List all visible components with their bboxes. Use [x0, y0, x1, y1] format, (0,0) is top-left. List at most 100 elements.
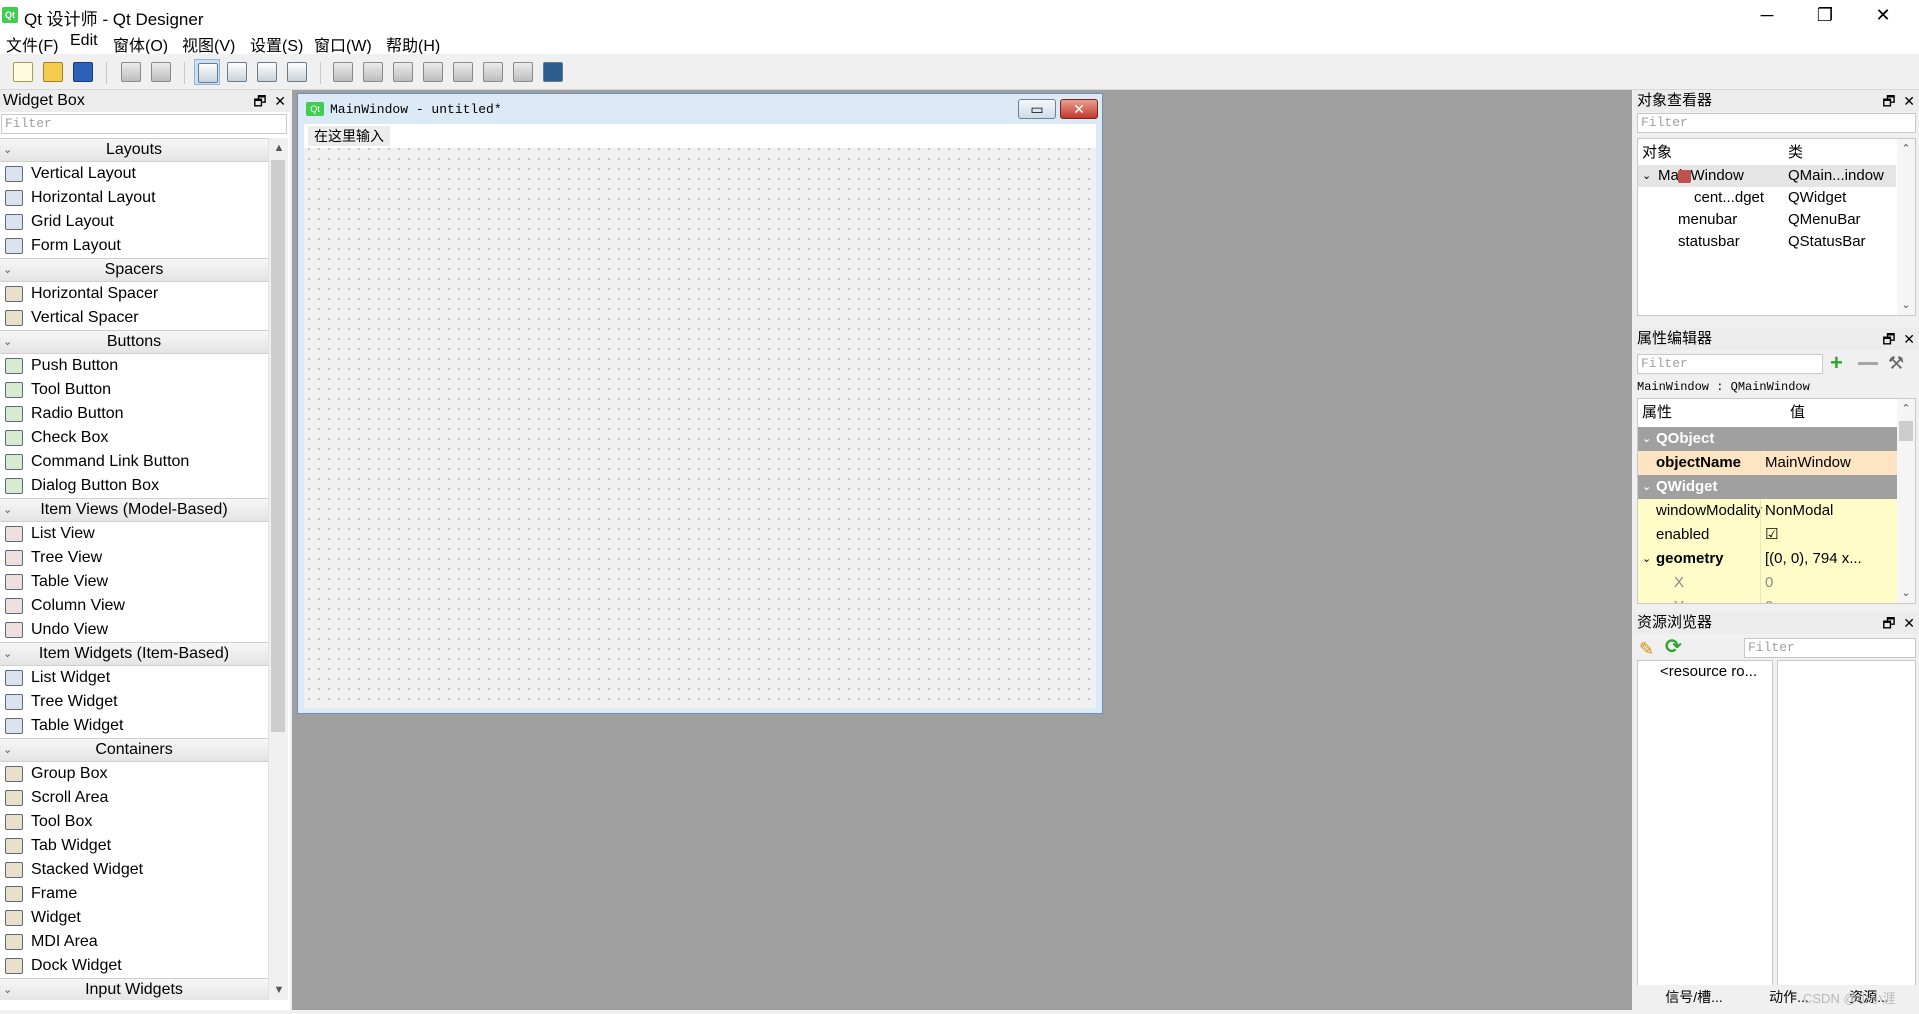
resource-root-item[interactable]: <resource ro...: [1660, 661, 1757, 683]
property-row[interactable]: windowModality NonModal: [1638, 499, 1898, 523]
widget-list-item[interactable]: Tab Widget: [0, 834, 268, 858]
bring-to-front-button[interactable]: [148, 59, 174, 85]
remove-dynamic-property-icon[interactable]: [1858, 362, 1878, 365]
expand-icon[interactable]: ⌄: [1642, 475, 1651, 499]
layout-horizontally-button[interactable]: [330, 59, 356, 85]
scroll-up-icon[interactable]: ⌃: [1897, 399, 1915, 419]
property-value[interactable]: [(0, 0), 794 x...: [1760, 547, 1898, 571]
scroll-thumb[interactable]: [1899, 421, 1913, 441]
property-group-row[interactable]: QWidget ⌄: [1638, 475, 1898, 499]
property-row[interactable]: geometry ⌄ [(0, 0), 794 x...: [1638, 547, 1898, 571]
widget-list-item[interactable]: Dialog Button Box: [0, 474, 268, 498]
scroll-down-icon[interactable]: ⌄: [1897, 295, 1915, 315]
expand-icon[interactable]: ⌄: [1642, 547, 1651, 571]
tree-row-object[interactable]: cent...dget: [1694, 187, 1764, 209]
minimize-button[interactable]: ─: [1738, 0, 1796, 30]
menu-file[interactable]: 文件(F): [6, 32, 58, 56]
expand-icon[interactable]: ⌄: [1642, 427, 1651, 451]
add-dynamic-property-icon[interactable]: +: [1830, 352, 1843, 374]
tab-signal-slot-editor[interactable]: 信号/槽...: [1654, 986, 1734, 1008]
widget-list-item[interactable]: Horizontal Spacer: [0, 282, 268, 306]
layout-form-button[interactable]: [480, 59, 506, 85]
edit-resources-icon[interactable]: ✎: [1639, 638, 1654, 660]
widget-list-item[interactable]: Grid Layout: [0, 210, 268, 234]
layout-grid-button[interactable]: [450, 59, 476, 85]
form-window[interactable]: Qt MainWindow - untitled* ▭ ✕ 在这里输入: [297, 93, 1103, 714]
widget-list-item[interactable]: Column View: [0, 594, 268, 618]
widget-list-item[interactable]: Tool Box: [0, 810, 268, 834]
widget-list-item[interactable]: Frame: [0, 882, 268, 906]
scroll-down-icon[interactable]: ⌄: [1897, 583, 1915, 603]
form-menu-placeholder[interactable]: 在这里输入: [308, 126, 390, 146]
column-header-property[interactable]: 属性: [1642, 401, 1672, 425]
property-editor-filter[interactable]: Filter: [1637, 354, 1823, 374]
resource-filter[interactable]: Filter: [1744, 638, 1916, 658]
new-form-button[interactable]: [10, 59, 36, 85]
widget-box-scroll-thumb[interactable]: [271, 160, 285, 732]
scroll-up-icon[interactable]: ▲: [269, 138, 289, 158]
object-inspector-filter[interactable]: Filter: [1637, 113, 1916, 133]
widget-list-item[interactable]: Check Box: [0, 426, 268, 450]
widget-category-header[interactable]: ⌄ Layouts: [0, 138, 268, 162]
widget-list-item[interactable]: Tree Widget: [0, 690, 268, 714]
widget-list-item[interactable]: Push Button: [0, 354, 268, 378]
layout-horizontal-splitter-button[interactable]: [390, 59, 416, 85]
break-layout-button[interactable]: [510, 59, 536, 85]
widget-category-header[interactable]: ⌄ Buttons: [0, 330, 268, 354]
widget-category-header[interactable]: ⌄ Spacers: [0, 258, 268, 282]
property-row[interactable]: enabled ☑: [1638, 523, 1898, 547]
widget-list-item[interactable]: Table View: [0, 570, 268, 594]
form-canvas[interactable]: 在这里输入: [304, 124, 1096, 708]
widget-list-item[interactable]: Form Layout: [0, 234, 268, 258]
configure-icon[interactable]: ⚒: [1888, 352, 1904, 374]
float-icon[interactable]: 🗗: [1882, 615, 1895, 631]
reload-icon[interactable]: ⟳: [1665, 636, 1682, 658]
send-to-back-button[interactable]: [118, 59, 144, 85]
column-header-object[interactable]: 对象: [1642, 141, 1672, 165]
widget-category-header[interactable]: ⌄ Item Widgets (Item-Based): [0, 642, 268, 666]
widget-list-item[interactable]: List View: [0, 522, 268, 546]
widget-category-header[interactable]: ⌄ Input Widgets: [0, 978, 268, 1000]
property-row[interactable]: Y0: [1638, 595, 1898, 603]
menu-settings[interactable]: 设置(S): [250, 32, 303, 56]
scroll-up-icon[interactable]: ⌃: [1897, 139, 1915, 159]
property-value[interactable]: MainWindow: [1760, 451, 1898, 475]
widget-list-item[interactable]: Vertical Layout: [0, 162, 268, 186]
menu-form[interactable]: 窗体(O): [113, 32, 168, 56]
tree-row-object[interactable]: menubar: [1678, 209, 1737, 231]
close-icon[interactable]: ✕: [1903, 331, 1915, 347]
property-value[interactable]: 0: [1760, 571, 1898, 595]
float-icon[interactable]: 🗗: [1882, 93, 1895, 109]
widget-list-item[interactable]: Radio Button: [0, 402, 268, 426]
property-row[interactable]: objectName MainWindow: [1638, 451, 1898, 475]
form-close-button[interactable]: ✕: [1060, 99, 1098, 119]
layout-vertically-button[interactable]: [360, 59, 386, 85]
menu-help[interactable]: 帮助(H): [386, 32, 440, 56]
adjust-size-button[interactable]: [540, 59, 566, 85]
expand-icon[interactable]: ⌄: [1642, 165, 1651, 187]
widget-list-item[interactable]: Dock Widget: [0, 954, 268, 978]
widget-category-header[interactable]: ⌄ Item Views (Model-Based): [0, 498, 268, 522]
open-form-button[interactable]: [40, 59, 66, 85]
float-icon[interactable]: 🗗: [1882, 331, 1895, 347]
menu-edit[interactable]: Edit: [70, 32, 98, 50]
column-header-class[interactable]: 类: [1788, 141, 1803, 165]
close-button[interactable]: ✕: [1854, 0, 1912, 30]
property-row[interactable]: X0: [1638, 571, 1898, 595]
scroll-down-icon[interactable]: ▼: [269, 980, 289, 1000]
property-value[interactable]: NonModal: [1760, 499, 1898, 523]
close-icon[interactable]: ✕: [1903, 615, 1915, 631]
widget-list-item[interactable]: Widget: [0, 906, 268, 930]
widget-list-item[interactable]: Horizontal Layout: [0, 186, 268, 210]
column-header-value[interactable]: 值: [1790, 401, 1805, 425]
layout-vertical-splitter-button[interactable]: [420, 59, 446, 85]
widget-list-item[interactable]: Command Link Button: [0, 450, 268, 474]
property-value[interactable]: 0: [1760, 595, 1898, 603]
widget-list-item[interactable]: Group Box: [0, 762, 268, 786]
widget-list-item[interactable]: Stacked Widget: [0, 858, 268, 882]
widget-list-item[interactable]: Tree View: [0, 546, 268, 570]
edit-signals-slots-button[interactable]: [224, 59, 250, 85]
widget-list-item[interactable]: Scroll Area: [0, 786, 268, 810]
widget-list-item[interactable]: Vertical Spacer: [0, 306, 268, 330]
widget-list-item[interactable]: Tool Button: [0, 378, 268, 402]
